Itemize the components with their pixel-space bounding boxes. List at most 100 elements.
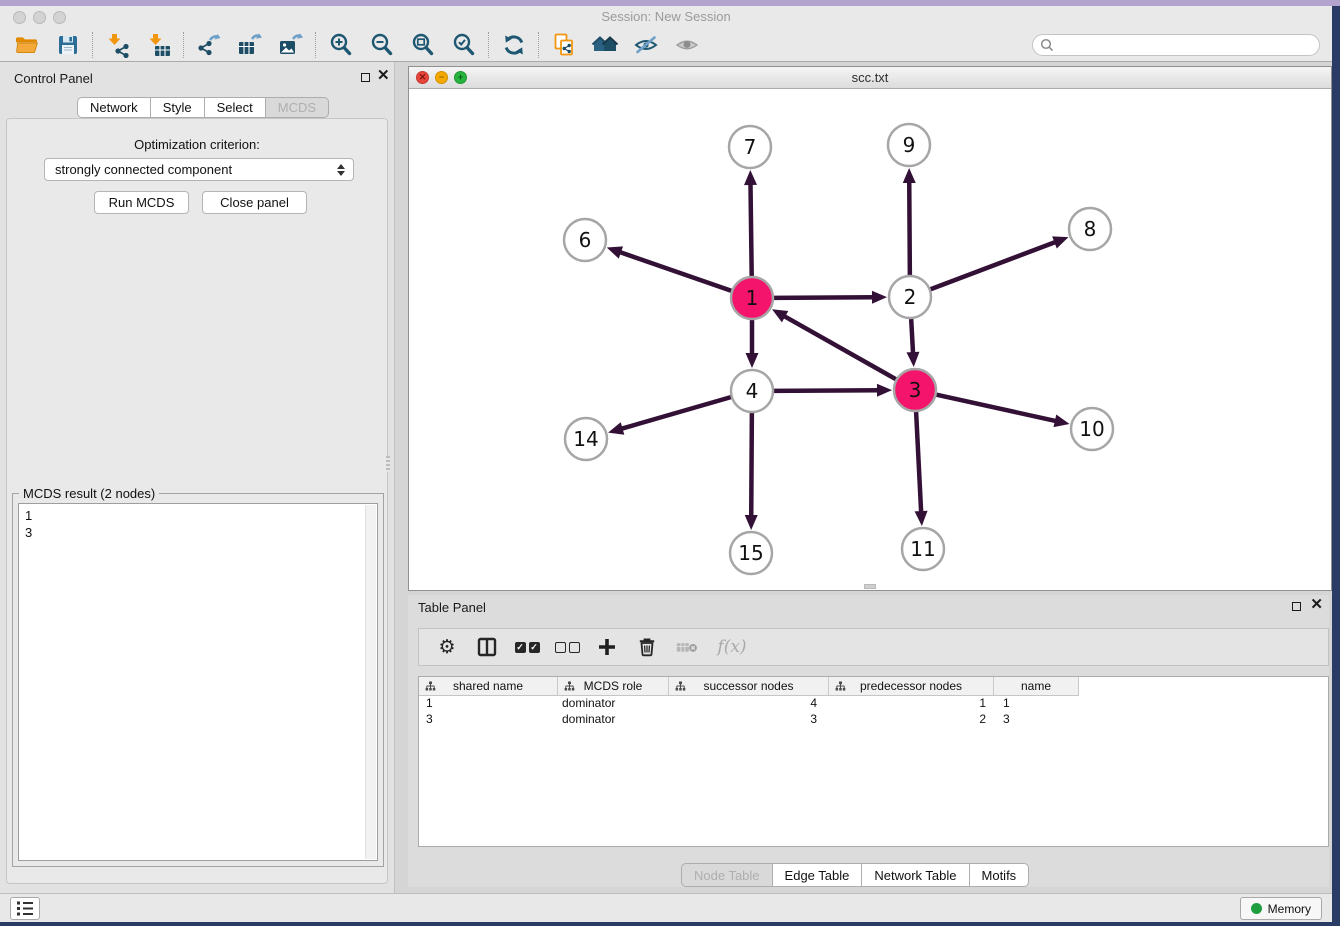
function-builder-button[interactable]: f(x) <box>715 634 749 660</box>
application-window: Session: New Session <box>0 6 1332 922</box>
column-header-successor-nodes[interactable]: successor nodes <box>669 677 829 696</box>
graph-edge-arrowhead <box>915 511 928 526</box>
show-all-button[interactable] <box>666 30 707 60</box>
optimization-criterion-label: Optimization criterion: <box>0 137 394 152</box>
tab-network-table[interactable]: Network Table <box>862 863 969 887</box>
table-header-row: shared name MCDS role successor nodesprede… <box>419 677 1328 696</box>
tab-style[interactable]: Style <box>151 97 205 118</box>
toolbar-separator <box>488 32 489 58</box>
checked-boxes-icon: ✓✓ <box>515 642 540 653</box>
graph-edge-2-3[interactable] <box>911 319 913 356</box>
export-table-icon <box>237 32 263 58</box>
run-mcds-button[interactable]: Run MCDS <box>94 191 189 214</box>
graph-edge-1-7[interactable] <box>750 181 751 276</box>
session-title: Session: New Session <box>0 9 1332 24</box>
export-network-button[interactable] <box>188 30 229 60</box>
graph-edge-arrowhead <box>744 170 757 185</box>
column-header-shared-name[interactable]: shared name <box>419 677 558 696</box>
tab-edge-table[interactable]: Edge Table <box>773 863 863 887</box>
network-window-titlebar[interactable]: ✕ − + scc.txt <box>409 67 1331 89</box>
zoom-selected-button[interactable] <box>443 30 484 60</box>
graph-edge-arrowhead <box>877 384 892 397</box>
import-network-button[interactable] <box>97 30 138 60</box>
table-cell: 3 <box>669 712 829 728</box>
add-row-button[interactable] <box>595 634 619 660</box>
task-history-button[interactable] <box>10 897 40 920</box>
show-columns-button[interactable] <box>475 634 499 660</box>
canvas-resize-handle[interactable] <box>864 584 876 589</box>
column-header-label: shared name <box>453 679 523 693</box>
graph-edge-3-10[interactable] <box>936 395 1058 422</box>
zoom-in-button[interactable] <box>320 30 361 60</box>
column-header-name[interactable]: name <box>994 677 1079 696</box>
table-tabs: Node Table Edge Table Network Table Moti… <box>681 863 1029 887</box>
graph-node-label-15: 15 <box>738 541 763 565</box>
graph-node-label-2: 2 <box>904 285 917 309</box>
close-panel-icon[interactable]: ✕ <box>377 67 390 85</box>
network-window-title: scc.txt <box>409 70 1331 85</box>
graph-edge-1-6[interactable] <box>617 251 731 291</box>
tab-node-table[interactable]: Node Table <box>681 863 773 887</box>
graph-edge-4-14[interactable] <box>619 397 731 429</box>
tab-mcds[interactable]: MCDS <box>266 97 329 118</box>
column-header-predecessor-nodes[interactable]: predecessor nodes <box>829 677 994 696</box>
graph-node-label-3: 3 <box>909 378 922 402</box>
import-network-icon <box>105 32 131 58</box>
tab-network[interactable]: Network <box>77 97 151 118</box>
graph-edge-4-3[interactable] <box>774 390 881 391</box>
graph-edge-4-15[interactable] <box>751 413 752 519</box>
open-folder-icon <box>14 32 40 58</box>
graph-edge-2-8[interactable] <box>931 241 1059 289</box>
eye-icon <box>674 32 700 58</box>
node-table[interactable]: shared name MCDS role successor nodesprede… <box>418 676 1329 847</box>
close-panel-button[interactable]: Close panel <box>202 191 307 214</box>
network-canvas[interactable]: 1234678910111415 <box>409 89 1331 590</box>
column-header-label: name <box>1021 679 1051 693</box>
table-cell: dominator <box>558 712 669 728</box>
export-table-button[interactable] <box>229 30 270 60</box>
main-toolbar <box>0 28 1332 62</box>
splitter-handle[interactable] <box>386 456 390 472</box>
criterion-dropdown[interactable]: strongly connected component <box>44 158 354 181</box>
column-header-MCDS-role[interactable]: MCDS role <box>558 677 669 696</box>
graph-node-label-1: 1 <box>746 286 759 310</box>
gear-icon: ⚙ <box>438 638 455 657</box>
column-header-label: MCDS role <box>584 679 643 693</box>
graph-edge-2-9[interactable] <box>909 179 910 275</box>
import-table-button[interactable] <box>138 30 179 60</box>
graph-edge-3-11[interactable] <box>916 412 921 515</box>
tab-select[interactable]: Select <box>205 97 266 118</box>
close-table-panel-icon[interactable]: ✕ <box>1310 596 1323 614</box>
table-row[interactable]: 1dominator411 <box>419 696 1328 712</box>
network-graph[interactable]: 1234678910111415 <box>409 89 1331 590</box>
deselect-all-button[interactable] <box>555 634 579 660</box>
search-field[interactable] <box>1032 34 1320 56</box>
float-table-panel-icon[interactable] <box>1292 602 1301 611</box>
tab-motifs[interactable]: Motifs <box>970 863 1030 887</box>
control-panel-title: Control Panel <box>14 71 93 86</box>
clone-network-button[interactable] <box>543 30 584 60</box>
export-image-button[interactable] <box>270 30 311 60</box>
select-all-button[interactable]: ✓✓ <box>515 634 539 660</box>
open-session-button[interactable] <box>6 30 47 60</box>
memory-button[interactable]: Memory <box>1240 897 1322 920</box>
graph-edge-1-2[interactable] <box>774 297 876 298</box>
graph-edge-arrowhead <box>745 515 758 530</box>
result-scrollbar[interactable] <box>365 505 376 859</box>
save-session-button[interactable] <box>47 30 88 60</box>
hide-selected-button[interactable] <box>625 30 666 60</box>
zoom-fit-button[interactable] <box>402 30 443 60</box>
mcds-result-textarea[interactable]: 13 <box>18 503 378 861</box>
table-cell: 3 <box>419 712 558 728</box>
delete-table-button[interactable] <box>675 634 699 660</box>
table-row[interactable]: 3dominator323 <box>419 712 1328 728</box>
graph-edge-3-1[interactable] <box>782 315 896 379</box>
zoom-out-button[interactable] <box>361 30 402 60</box>
delete-row-button[interactable] <box>635 634 659 660</box>
toolbar-separator <box>315 32 316 58</box>
table-options-button[interactable]: ⚙ <box>435 634 459 660</box>
float-panel-icon[interactable] <box>361 73 370 82</box>
apply-layout-button[interactable] <box>493 30 534 60</box>
search-input[interactable] <box>1055 36 1319 54</box>
first-neighbors-button[interactable] <box>584 30 625 60</box>
